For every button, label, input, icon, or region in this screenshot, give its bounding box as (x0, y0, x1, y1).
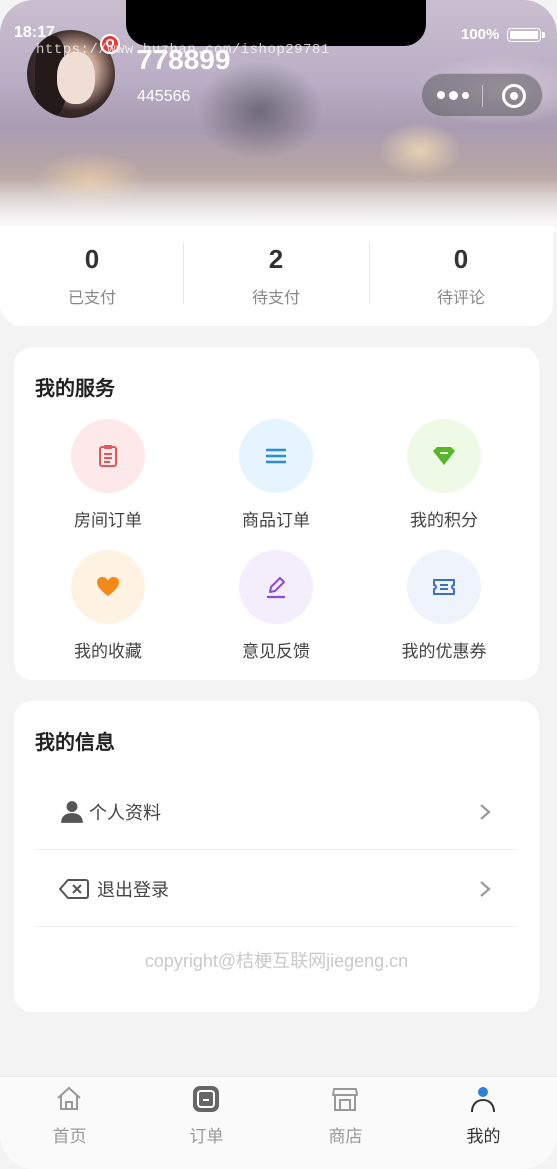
ticket-icon (433, 579, 455, 595)
person-icon (61, 801, 83, 823)
edit-icon (267, 577, 285, 599)
service-label: 商品订单 (242, 511, 310, 531)
service-label: 我的优惠券 (401, 642, 487, 662)
user-icon (471, 1087, 495, 1113)
stat-value: 0 (453, 244, 469, 274)
backspace-icon (59, 879, 89, 899)
order-stats-card: 0 已支付 2 待支付 0 待评论 (0, 226, 553, 326)
tab-label: 商店 (328, 1127, 363, 1147)
close-target-icon[interactable] (502, 84, 526, 108)
stat-to-review[interactable]: 0 待评论 (369, 226, 553, 326)
more-icon[interactable] (437, 87, 471, 105)
service-coupons[interactable]: 我的优惠券 (360, 550, 528, 670)
service-icon-bg (71, 419, 145, 493)
services-card: 我的服务 房间订单 商品订单 我的积分 我的收藏 意见反馈 我的优惠券 (14, 347, 539, 680)
username: 778899 (137, 44, 231, 75)
chevron-right-icon (480, 804, 491, 820)
device-notch (126, 0, 426, 46)
stat-value: 2 (268, 244, 284, 274)
row-label: 个人资料 (89, 803, 161, 824)
store-icon (332, 1088, 358, 1111)
profile-settings-row[interactable]: 个人资料 (35, 773, 517, 850)
service-icon-bg (407, 550, 481, 624)
phone-screen: 18:17 100% Q https://www.huzhan.com/isho… (0, 0, 557, 1169)
row-label: 退出登录 (97, 880, 169, 901)
battery-level: 100% (461, 26, 500, 43)
service-feedback[interactable]: 意见反馈 (192, 550, 360, 670)
gem-icon (433, 447, 455, 465)
service-icon-bg (239, 419, 313, 493)
banner-fade (0, 180, 557, 232)
stat-paid[interactable]: 0 已支付 (0, 226, 184, 326)
tab-orders[interactable]: 订单 (137, 1077, 276, 1169)
heart-icon (97, 577, 119, 596)
home-icon (57, 1086, 81, 1110)
tab-store[interactable]: 商店 (276, 1077, 415, 1169)
service-label: 意见反馈 (242, 642, 310, 662)
service-room-orders[interactable]: 房间订单 (24, 419, 192, 539)
copyright-text: copyright@桔梗互联网jiegeng.cn (144, 951, 409, 971)
stat-unpaid[interactable]: 2 待支付 (184, 226, 368, 326)
avatar-face (57, 52, 95, 104)
battery-icon (507, 28, 545, 42)
stat-value: 0 (84, 244, 100, 274)
chevron-right-icon (480, 881, 491, 897)
service-icon-bg (239, 550, 313, 624)
service-label: 我的收藏 (74, 642, 142, 662)
tab-label: 我的 (466, 1127, 501, 1147)
tab-home[interactable]: 首页 (0, 1077, 139, 1169)
miniprogram-capsule (421, 73, 543, 117)
tab-bar: 首页 订单 商店 我的 (0, 1076, 557, 1169)
capsule-divider (482, 85, 483, 107)
tab-label: 订单 (189, 1127, 224, 1147)
tab-mine[interactable]: 我的 (414, 1077, 553, 1169)
service-points[interactable]: 我的积分 (360, 419, 528, 539)
list-icon (266, 448, 286, 464)
service-goods-orders[interactable]: 商品订单 (192, 419, 360, 539)
clipboard-icon (99, 445, 117, 467)
stat-label: 已支付 (67, 288, 116, 307)
info-title: 我的信息 (35, 730, 115, 754)
service-icon-bg (71, 550, 145, 624)
service-label: 我的积分 (410, 511, 478, 531)
logout-row[interactable]: 退出登录 (35, 850, 517, 927)
order-icon (193, 1086, 219, 1112)
services-title: 我的服务 (35, 376, 115, 400)
stat-label: 待支付 (251, 288, 300, 307)
tab-label: 首页 (52, 1127, 87, 1147)
user-id: 445566 (137, 88, 191, 105)
stat-label: 待评论 (436, 288, 485, 307)
service-favorites[interactable]: 我的收藏 (24, 550, 192, 670)
service-label: 房间订单 (74, 511, 142, 531)
service-icon-bg (407, 419, 481, 493)
